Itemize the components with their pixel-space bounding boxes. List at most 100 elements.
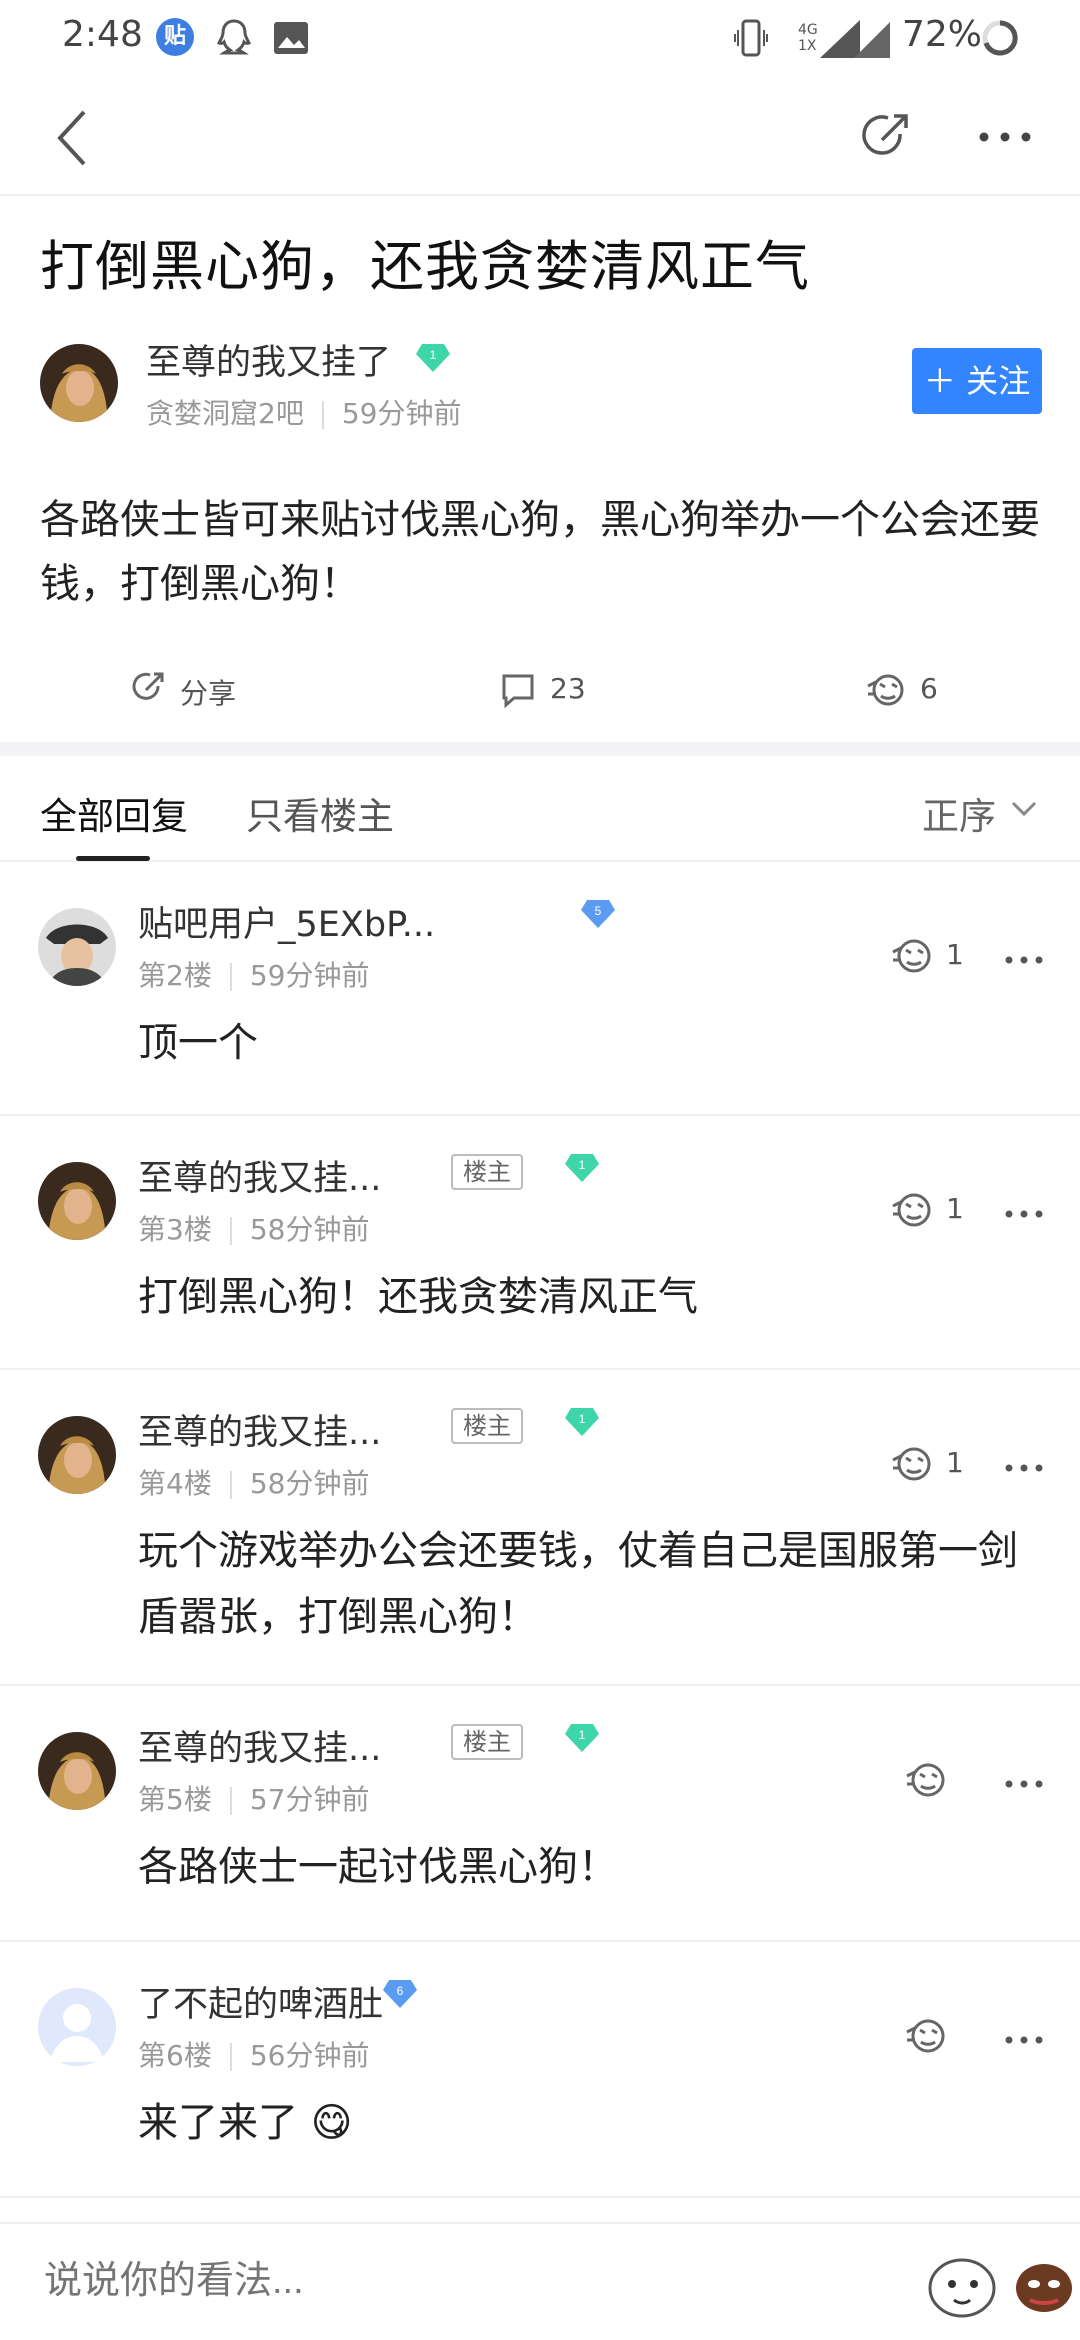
reply-meta: 第2楼 59分钟前	[138, 954, 369, 994]
level-badge-icon: 6	[383, 1980, 417, 2008]
like-face-icon[interactable]	[890, 1188, 934, 1232]
owner-badge: 楼主	[451, 1724, 523, 1760]
status-bar: 2:48 贴 4G 1X 72%	[0, 0, 1080, 80]
svg-text:6: 6	[397, 1984, 404, 1998]
reply-item[interactable]: 至尊的我又挂... 楼主 1 第4楼 58分钟前玩个游戏举办公会还要钱，仗着自己是国服第…	[0, 1370, 1080, 1686]
level-badge-icon: 1	[565, 1408, 599, 1436]
reply-avatar[interactable]	[38, 1732, 116, 1810]
sticker-icon[interactable]	[1012, 2252, 1076, 2316]
reply-floor: 第4楼	[138, 1467, 212, 1500]
reply-time: 58分钟前	[249, 1467, 370, 1500]
comment-input-bar	[0, 2222, 1080, 2340]
battery-icon	[982, 20, 1018, 56]
comment-input[interactable]	[44, 2260, 844, 2303]
level-badge-icon: 1	[565, 1154, 599, 1182]
reply-username[interactable]: 至尊的我又挂...	[138, 1720, 381, 1771]
reply-avatar[interactable]	[38, 1162, 116, 1240]
reply-content: 玩个游戏举办公会还要钱，仗着自己是国服第一剑盾嚣张，打倒黑心狗！	[138, 1528, 1018, 1640]
reply-tabs: 全部回复 只看楼主 正序	[0, 756, 1080, 862]
tab-all-replies[interactable]: 全部回复	[40, 786, 188, 840]
reply-item[interactable]: 至尊的我又挂... 楼主 1 第5楼 57分钟前各路侠士一起讨伐黑心狗！	[0, 1686, 1080, 1942]
like-face-icon[interactable]	[904, 1758, 948, 1802]
reply-floor: 第6楼	[138, 2039, 212, 2072]
reply-meta: 第4楼 58分钟前	[138, 1462, 369, 1502]
battery-percent: 72%	[902, 14, 983, 55]
reply-floor: 第2楼	[138, 959, 212, 992]
reply-content: 来了来了 😋	[138, 2100, 353, 2146]
more-options-icon[interactable]	[1004, 1462, 1044, 1474]
like-face-icon[interactable]	[890, 1442, 934, 1486]
svg-text:5: 5	[595, 904, 602, 918]
tieba-notification-icon: 贴	[156, 18, 194, 56]
reply-time: 58分钟前	[249, 1213, 370, 1246]
reply-username[interactable]: 贴吧用户_5EXbP...	[138, 896, 435, 947]
svg-text:1: 1	[579, 1728, 586, 1742]
active-tab-indicator	[76, 856, 150, 861]
svg-text:1: 1	[430, 348, 437, 362]
post-actions: 分享 23 6	[0, 650, 1080, 730]
vibrate-icon	[734, 19, 768, 57]
reply-item[interactable]: 至尊的我又挂... 楼主 1 第3楼 58分钟前打倒黑心狗！还我贪婪清风正气 1	[0, 1116, 1080, 1370]
owner-badge: 楼主	[451, 1408, 523, 1444]
svg-text:1: 1	[579, 1158, 586, 1172]
top-nav-bar	[0, 80, 1080, 196]
more-options-icon[interactable]	[1004, 1208, 1044, 1220]
post-time: 59分钟前	[341, 397, 462, 430]
follow-button[interactable]: ＋ 关注	[912, 348, 1042, 414]
emoji-icon[interactable]	[920, 2244, 1000, 2324]
reply-content: 各路侠士一起讨伐黑心狗！	[138, 1844, 618, 1890]
reply-username[interactable]: 至尊的我又挂...	[138, 1404, 381, 1455]
like-face-icon[interactable]	[904, 2014, 948, 2058]
more-options-icon[interactable]	[1004, 1778, 1044, 1790]
level-badge-icon: 5	[581, 900, 615, 928]
gallery-icon	[274, 22, 308, 54]
reply-floor: 第5楼	[138, 1783, 212, 1816]
svg-text:1: 1	[579, 1412, 586, 1426]
sort-dropdown[interactable]: 正序	[922, 786, 996, 840]
reply-avatar[interactable]	[38, 1416, 116, 1494]
reply-username[interactable]: 至尊的我又挂...	[138, 1150, 381, 1201]
like-face-icon[interactable]	[890, 934, 934, 978]
level-badge-icon: 1	[416, 344, 450, 372]
reply-time: 59分钟前	[249, 959, 370, 992]
reply-like-count: 1	[946, 1192, 964, 1225]
post-meta: 贪婪洞窟2吧 59分钟前	[146, 392, 461, 432]
reply-item[interactable]: 了不起的啤酒肚 6 第6楼 56分钟前来了来了 😋	[0, 1942, 1080, 2198]
post-content: 各路侠士皆可来贴讨伐黑心狗，黑心狗举办一个公会还要钱，打倒黑心狗！	[40, 497, 1040, 607]
qq-icon	[216, 19, 252, 55]
author-name[interactable]: 至尊的我又挂了	[146, 334, 391, 385]
reply-like-count: 1	[946, 1446, 964, 1479]
reply-time: 56分钟前	[249, 2039, 370, 2072]
reply-item[interactable]: 贴吧用户_5EXbP... 5 第2楼 59分钟前顶一个 1	[0, 862, 1080, 1116]
forum-name[interactable]: 贪婪洞窟2吧	[146, 397, 304, 430]
reply-meta: 第5楼 57分钟前	[138, 1778, 369, 1818]
chevron-down-icon[interactable]	[1010, 800, 1038, 818]
reply-like-count: 1	[946, 938, 964, 971]
section-divider	[0, 742, 1080, 756]
tab-owner-only[interactable]: 只看楼主	[246, 786, 394, 840]
back-icon[interactable]	[52, 108, 92, 168]
reply-floor: 第3楼	[138, 1213, 212, 1246]
status-time: 2:48	[62, 14, 143, 55]
reply-meta: 第3楼 58分钟前	[138, 1208, 369, 1248]
like-face-icon	[867, 674, 904, 706]
post-title: 打倒黑心狗，还我贪婪清风正气	[40, 235, 810, 298]
reply-content: 顶一个	[138, 1020, 258, 1066]
signal-icon-2	[854, 22, 890, 58]
more-options-icon[interactable]	[1004, 954, 1044, 966]
reply-avatar[interactable]	[38, 1988, 116, 2066]
comment-icon	[502, 674, 534, 708]
reply-avatar[interactable]	[38, 908, 116, 986]
owner-badge: 楼主	[451, 1154, 523, 1190]
reply-content: 打倒黑心狗！还我贪婪清风正气	[138, 1274, 698, 1320]
level-badge-icon: 1	[565, 1724, 599, 1752]
share-icon[interactable]	[856, 110, 912, 166]
share-icon	[132, 672, 164, 700]
more-options-icon[interactable]	[978, 130, 1032, 144]
reply-time: 57分钟前	[249, 1783, 370, 1816]
reply-username[interactable]: 了不起的啤酒肚	[138, 1976, 383, 2027]
reply-meta: 第6楼 56分钟前	[138, 2034, 369, 2074]
author-avatar[interactable]	[40, 344, 118, 422]
network-label: 4G 1X	[798, 22, 818, 54]
more-options-icon[interactable]	[1004, 2034, 1044, 2046]
